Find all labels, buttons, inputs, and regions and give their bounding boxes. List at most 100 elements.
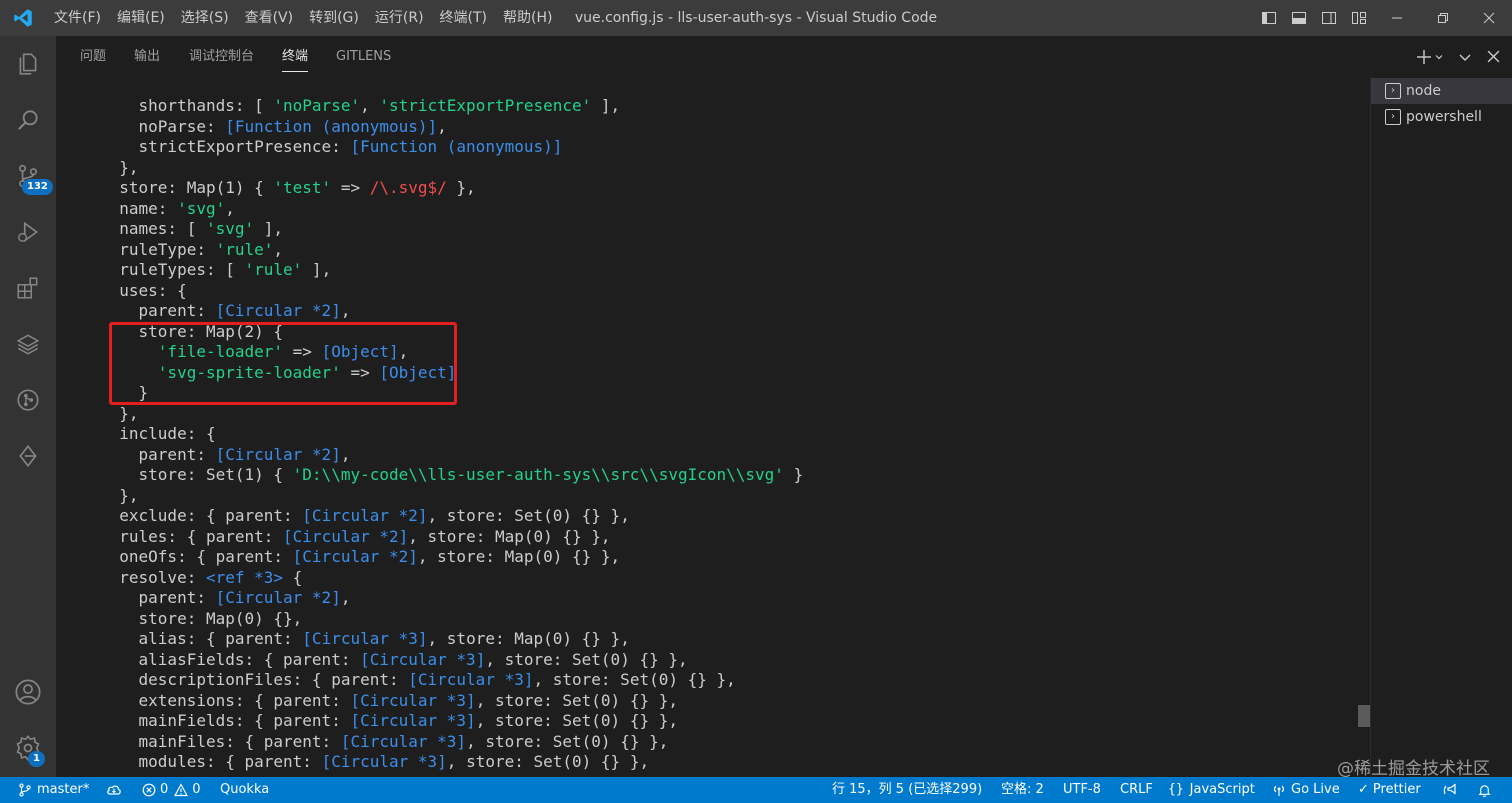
branch-indicator[interactable]: master* — [18, 777, 89, 803]
toggle-primary-sidebar-icon[interactable] — [1254, 0, 1284, 36]
accounts-icon[interactable] — [0, 664, 56, 720]
activity-bar: 132 1 — [0, 36, 56, 777]
quokka-status[interactable]: Quokka — [220, 777, 269, 803]
toggle-secondary-sidebar-icon[interactable] — [1314, 0, 1344, 36]
gitlens-icon[interactable] — [0, 372, 56, 428]
terminal-item-node[interactable]: › node — [1371, 78, 1512, 104]
layers-icon[interactable] — [0, 316, 56, 372]
feedback-icon[interactable] — [1442, 777, 1458, 803]
toggle-panel-icon[interactable] — [1284, 0, 1314, 36]
terminal-line: parent: [Circular *2], — [100, 588, 351, 607]
terminal-line: noParse: [Function (anonymous)], — [100, 116, 447, 136]
terminal-line: descriptionFiles: { parent: [Circular *3… — [100, 670, 736, 689]
terminal-output[interactable]: shorthands: [ 'noParse', 'strictExportPr… — [56, 77, 1370, 777]
terminal-line: rules: { parent: [Circular *2], store: M… — [100, 526, 611, 546]
language-mode[interactable]: {} JavaScript — [1168, 777, 1255, 803]
new-terminal-dropdown-chevron-icon — [1435, 54, 1443, 59]
tab-terminal[interactable]: 终端 — [282, 36, 309, 77]
error-count: 0 — [160, 782, 169, 797]
terminal-line: ruleType: 'rule', — [100, 239, 284, 259]
terminal-line: name: 'svg', — [100, 198, 235, 218]
broadcast-icon — [1273, 785, 1285, 796]
terminal-item-label: powershell — [1406, 109, 1482, 125]
terminal-line: alias: { parent: [Circular *3], store: M… — [100, 629, 630, 648]
source-control-icon[interactable]: 132 — [0, 148, 56, 204]
title-bar: 文件(F) 编辑(E) 选择(S) 查看(V) 转到(G) 运行(R) 终端(T… — [0, 0, 1512, 36]
menu-edit[interactable]: 编辑(E) — [109, 0, 173, 36]
bottom-panel: 问题 输出 调试控制台 终端 GITLENS shorthands: [ 'no… — [56, 36, 1512, 777]
terminal-line: parent: [Circular *2], — [100, 444, 351, 464]
terminal-line: include: { — [100, 424, 216, 443]
maximize-panel-chevron-icon[interactable] — [1449, 36, 1481, 77]
terminal-line: }, — [100, 485, 139, 505]
status-bar: master* 0 0 Quokka 行 15，列 5 (已选择299) 空格:… — [0, 777, 1512, 803]
cursor-position[interactable]: 行 15，列 5 (已选择299) — [832, 777, 982, 803]
scm-count-badge: 132 — [22, 179, 53, 195]
terminal-line: oneOfs: { parent: [Circular *2], store: … — [100, 547, 621, 566]
warning-icon — [174, 783, 189, 797]
tab-output[interactable]: 输出 — [134, 36, 160, 77]
terminal-line: strictExportPresence: [Function (anonymo… — [100, 137, 563, 156]
indentation[interactable]: 空格: 2 — [1001, 777, 1044, 803]
extensions-icon[interactable] — [0, 260, 56, 316]
terminal-line: parent: [Circular *2], — [100, 301, 351, 320]
terminal-line: mainFiles: { parent: [Circular *3], stor… — [100, 731, 669, 751]
prettier-status[interactable]: ✓ Prettier — [1358, 777, 1421, 803]
tab-problems[interactable]: 问题 — [80, 36, 106, 77]
terminal-line: exclude: { parent: [Circular *2], store:… — [100, 506, 630, 525]
check-double-icon: ✓ — [1358, 782, 1369, 797]
prettier-label: Prettier — [1372, 782, 1421, 797]
branch-name: master* — [37, 782, 90, 797]
terminal-line: store: Map(1) { 'test' => /\.svg$/ }, — [100, 178, 476, 197]
panel-tab-bar: 问题 输出 调试控制台 终端 GITLENS — [56, 36, 1512, 77]
tab-debug-console[interactable]: 调试控制台 — [189, 36, 254, 77]
run-debug-icon[interactable] — [0, 204, 56, 260]
close-icon[interactable] — [1466, 0, 1512, 36]
warning-count: 0 — [192, 782, 201, 797]
restore-icon[interactable] — [1420, 0, 1466, 36]
watermark: @稀土掘金技术社区 — [1337, 759, 1490, 779]
terminal-line: aliasFields: { parent: [Circular *3], st… — [100, 649, 688, 669]
customize-layout-icon[interactable] — [1344, 0, 1374, 36]
menu-run[interactable]: 运行(R) — [367, 0, 432, 36]
git-branch-icon — [19, 783, 31, 797]
terminal-scrollbar[interactable] — [1358, 705, 1370, 727]
remote-explorer-icon[interactable] — [0, 428, 56, 484]
terminal-list: › node › powershell — [1370, 77, 1512, 777]
terminal-line: uses: { — [100, 280, 187, 300]
menu-selection[interactable]: 选择(S) — [173, 0, 237, 36]
tab-gitlens[interactable]: GITLENS — [336, 36, 391, 77]
menu-view[interactable]: 查看(V) — [237, 0, 302, 36]
explorer-icon[interactable] — [0, 36, 56, 92]
menu-file[interactable]: 文件(F) — [46, 0, 109, 36]
minimize-icon[interactable] — [1374, 0, 1420, 36]
terminal-text: shorthands: [ 'noParse', 'strictExportPr… — [100, 96, 803, 773]
notifications-bell-icon[interactable] — [1477, 777, 1492, 803]
terminal-line: resolve: <ref *3> { — [100, 567, 303, 587]
terminal-line: }, — [100, 157, 139, 177]
new-terminal-icon[interactable] — [1411, 36, 1449, 77]
file-encoding[interactable]: UTF-8 — [1063, 777, 1101, 803]
terminal-item-powershell[interactable]: › powershell — [1371, 104, 1512, 130]
menu-terminal[interactable]: 终端(T) — [432, 0, 495, 36]
menu-bar: 文件(F) 编辑(E) 选择(S) 查看(V) 转到(G) 运行(R) 终端(T… — [46, 0, 560, 36]
terminal-icon: › — [1385, 109, 1401, 125]
close-panel-icon[interactable] — [1481, 36, 1512, 77]
error-icon — [142, 783, 156, 797]
terminal-line: store: Map(0) {}, — [100, 608, 303, 628]
terminal-line: ruleTypes: [ 'rule' ], — [100, 260, 332, 279]
annotation-highlight-box — [109, 322, 457, 405]
go-live-button[interactable]: Go Live — [1272, 777, 1340, 803]
menu-help[interactable]: 帮助(H) — [495, 0, 560, 36]
panel-actions — [1411, 36, 1512, 77]
settings-update-badge: 1 — [28, 751, 45, 767]
end-of-line[interactable]: CRLF — [1120, 777, 1153, 803]
language-label: JavaScript — [1189, 782, 1255, 797]
terminal-line: names: [ 'svg' ], — [100, 219, 284, 238]
search-icon[interactable] — [0, 92, 56, 148]
settings-gear-icon[interactable]: 1 — [0, 720, 56, 776]
menu-go[interactable]: 转到(G) — [301, 0, 367, 36]
problems-indicator[interactable]: 0 0 — [142, 777, 201, 803]
sync-icon[interactable] — [106, 777, 122, 803]
terminal-line: modules: { parent: [Circular *3], store:… — [100, 752, 650, 771]
